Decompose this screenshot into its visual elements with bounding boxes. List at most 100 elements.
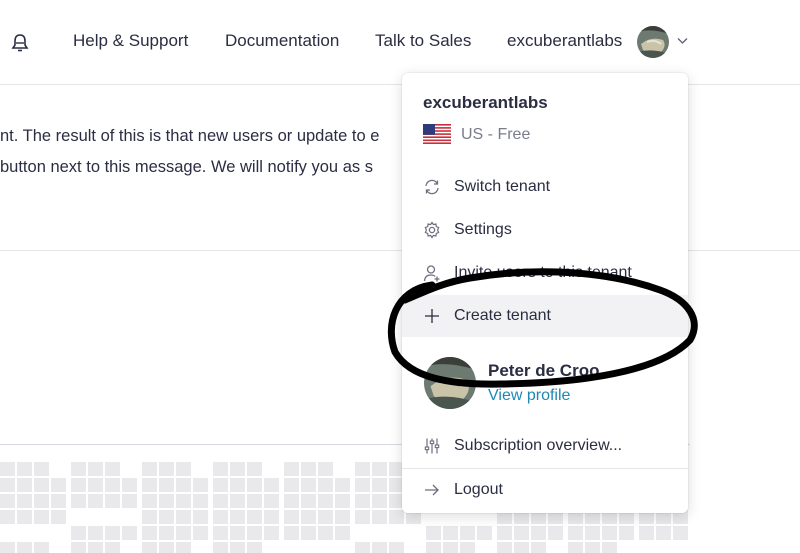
grid-cell <box>301 526 316 540</box>
grid-cell <box>426 526 441 540</box>
grid-cell <box>34 462 49 476</box>
grid-cell <box>17 510 32 524</box>
arrow-right-icon <box>425 484 439 496</box>
tenant-plan-region: US - Free <box>461 126 531 143</box>
grid-cell <box>372 494 387 508</box>
grid-cell <box>372 510 387 524</box>
invite-users-menu-item[interactable]: Invite users to this tenant <box>402 252 688 294</box>
documentation-link[interactable]: Documentation <box>225 31 339 51</box>
grid-cell <box>355 494 370 508</box>
grid-cell <box>284 478 299 492</box>
subscription-overview-menu-item[interactable]: Subscription overview... <box>402 425 688 467</box>
grid-cell <box>247 526 262 540</box>
user-profile-section: Peter de Croo View profile <box>402 353 688 417</box>
grid-cell <box>639 526 654 540</box>
talk-to-sales-link[interactable]: Talk to Sales <box>375 31 471 51</box>
grid-cell <box>88 542 103 553</box>
grid-cell <box>88 478 103 492</box>
menu-tenant-name: excuberantlabs <box>423 93 548 112</box>
grid-cell <box>122 478 137 492</box>
grid-cell <box>142 462 157 476</box>
grid-cell <box>230 494 245 508</box>
grid-cell <box>230 478 245 492</box>
grid-cell <box>355 510 370 524</box>
grid-cell <box>88 494 103 508</box>
grid-cell <box>335 526 350 540</box>
grid-cell <box>497 542 512 553</box>
grid-cell <box>514 542 529 553</box>
grid-cell <box>105 478 120 492</box>
grid-cell <box>460 526 475 540</box>
grid-cell <box>159 478 174 492</box>
invite-users-label: Invite users to this tenant <box>454 264 632 281</box>
grid-cell <box>122 526 137 540</box>
grid-cell <box>264 526 279 540</box>
grid-cell <box>301 462 316 476</box>
switch-tenant-menu-item[interactable]: Switch tenant <box>402 166 688 208</box>
grid-cell <box>318 526 333 540</box>
grid-cell <box>355 542 370 553</box>
grid-cell <box>176 542 191 553</box>
settings-label: Settings <box>454 221 512 238</box>
grid-cell <box>193 494 208 508</box>
grid-cell <box>247 510 262 524</box>
grid-cell <box>213 494 228 508</box>
grid-cell <box>193 526 208 540</box>
grid-cell <box>514 526 529 540</box>
view-profile-link[interactable]: View profile <box>488 387 570 405</box>
grid-cell <box>159 526 174 540</box>
create-tenant-menu-item[interactable]: Create tenant <box>402 295 688 337</box>
grid-cell <box>71 462 86 476</box>
grid-cell <box>548 526 563 540</box>
switch-tenant-label: Switch tenant <box>454 178 551 195</box>
grid-cell <box>585 526 600 540</box>
grid-cell <box>142 542 157 553</box>
logout-menu-item[interactable]: Logout <box>402 469 688 511</box>
grid-cell <box>355 462 370 476</box>
user-menu-trigger[interactable]: excuberantlabs <box>507 26 692 60</box>
grid-cell <box>230 542 245 553</box>
grid-cell <box>247 462 262 476</box>
grid-cell <box>71 494 86 508</box>
grid-cell <box>176 478 191 492</box>
grid-cell <box>443 542 458 553</box>
avatar <box>424 357 476 409</box>
grid-cell <box>355 478 370 492</box>
gear-icon <box>424 221 440 239</box>
grid-cell <box>531 526 546 540</box>
grid-cell <box>71 542 86 553</box>
grid-cell <box>176 494 191 508</box>
notice-text-line-1: nt. The result of this is that new users… <box>0 127 380 145</box>
grid-cell <box>176 510 191 524</box>
grid-cell <box>460 542 475 553</box>
grid-cell <box>0 462 15 476</box>
grid-cell <box>585 542 600 553</box>
logout-label: Logout <box>454 481 503 498</box>
grid-cell <box>51 494 66 508</box>
grid-cell <box>531 542 546 553</box>
grid-cell <box>602 526 617 540</box>
bell-icon[interactable] <box>11 33 29 53</box>
grid-cell <box>284 510 299 524</box>
grid-cell <box>105 494 120 508</box>
grid-cell <box>335 494 350 508</box>
grid-cell <box>105 526 120 540</box>
grid-cell <box>230 526 245 540</box>
grid-cell <box>568 542 583 553</box>
grid-cell <box>301 478 316 492</box>
grid-cell <box>318 462 333 476</box>
grid-cell <box>264 510 279 524</box>
grid-cell <box>0 542 15 553</box>
settings-menu-item[interactable]: Settings <box>402 209 688 251</box>
grid-cell <box>247 542 262 553</box>
grid-cell <box>159 510 174 524</box>
grid-cell <box>17 478 32 492</box>
grid-cell <box>142 510 157 524</box>
grid-cell <box>159 494 174 508</box>
grid-cell <box>0 494 15 508</box>
subscription-overview-label: Subscription overview... <box>454 437 623 454</box>
grid-cell <box>264 478 279 492</box>
user-dropdown-menu: excuberantlabs US - Free Switch tenant S… <box>402 73 688 513</box>
help-support-link[interactable]: Help & Support <box>73 31 188 51</box>
grid-cell <box>71 478 86 492</box>
